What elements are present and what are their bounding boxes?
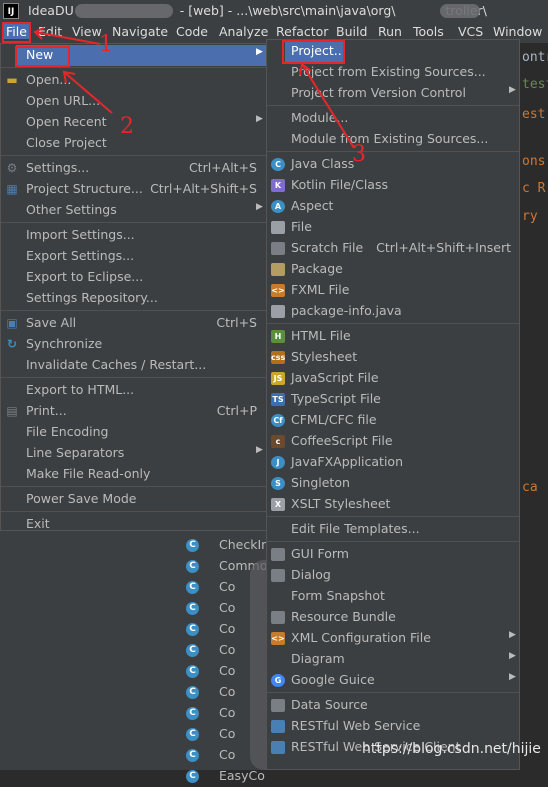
annotation-number: 3 <box>352 142 366 167</box>
tree-item-label: EasyCo <box>219 768 265 783</box>
annotation-arrows <box>33 27 355 149</box>
annotation-number: 2 <box>120 114 134 139</box>
annotation-number: 1 <box>99 32 113 57</box>
watermark-text: https://blog.csdn.net/hijie <box>362 741 541 757</box>
java-class-icon: C <box>186 770 199 783</box>
